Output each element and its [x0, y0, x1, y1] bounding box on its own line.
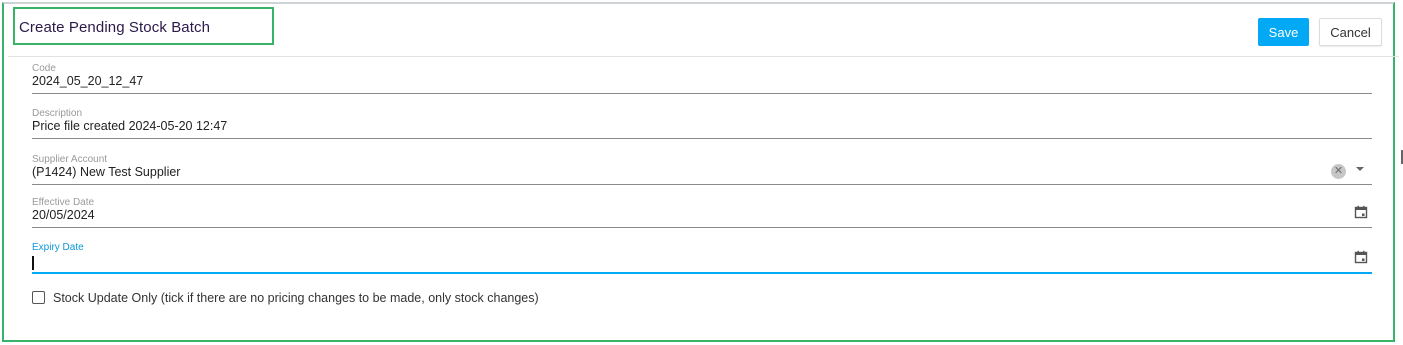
cancel-button[interactable]: Cancel	[1319, 18, 1382, 46]
description-label: Description	[32, 108, 83, 119]
supplier-account-field[interactable]: Supplier Account (P1424) New Test Suppli…	[32, 154, 1372, 185]
clear-icon[interactable]: ✕	[1331, 164, 1346, 179]
expiry-date-label: Expiry Date	[32, 242, 84, 253]
stock-update-only-checkbox[interactable]	[32, 291, 45, 304]
supplier-account-value[interactable]: (P1424) New Test Supplier	[32, 165, 180, 179]
effective-date-value[interactable]: 20/05/2024	[32, 208, 95, 222]
description-value[interactable]: Price file created 2024-05-20 12:47	[32, 119, 227, 133]
chevron-down-icon[interactable]	[1355, 164, 1365, 174]
effective-date-label: Effective Date	[32, 197, 95, 208]
stock-update-only-label[interactable]: Stock Update Only (tick if there are no …	[53, 291, 539, 305]
calendar-icon[interactable]	[1354, 205, 1368, 219]
code-field[interactable]: Code 2024_05_20_12_47	[32, 63, 1372, 94]
expiry-date-field[interactable]: Expiry Date	[32, 242, 1372, 274]
text-cursor	[32, 256, 34, 270]
supplier-account-label: Supplier Account	[32, 154, 108, 165]
code-label: Code	[32, 63, 56, 74]
code-value[interactable]: 2024_05_20_12_47	[32, 74, 143, 88]
title-highlight: Create Pending Stock Batch	[13, 7, 274, 45]
effective-date-field[interactable]: Effective Date 20/05/2024	[32, 197, 1372, 228]
calendar-icon[interactable]	[1354, 250, 1368, 264]
dialog-frame: Create Pending Stock Batch Save Cancel C…	[2, 2, 1399, 342]
description-field[interactable]: Description Price file created 2024-05-2…	[32, 108, 1372, 139]
page-title: Create Pending Stock Batch	[19, 19, 211, 36]
header-divider	[8, 56, 1399, 57]
save-button[interactable]: Save	[1258, 18, 1309, 46]
